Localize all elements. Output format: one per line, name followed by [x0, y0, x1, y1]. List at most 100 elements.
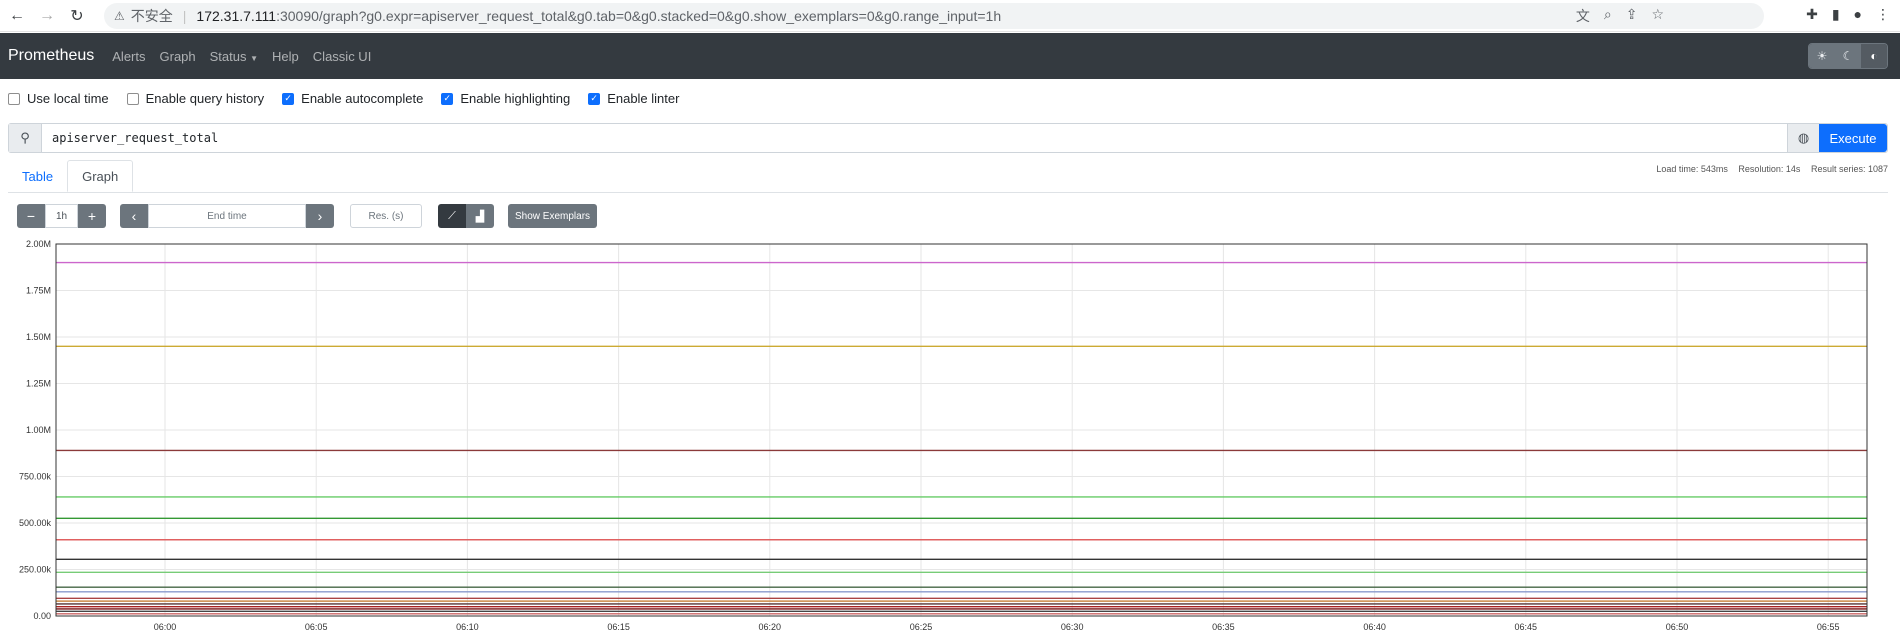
unstacked-button[interactable]: ⟋	[438, 204, 466, 228]
earlier-button[interactable]: ‹	[120, 204, 148, 228]
query-stats: Load time: 543ms Resolution: 14s Result …	[1648, 164, 1888, 174]
option-label: Enable linter	[607, 91, 680, 106]
nav-status[interactable]: Status ▼	[210, 49, 258, 64]
minus-icon: −	[26, 208, 36, 224]
bookmark-star-icon[interactable]: ☆	[1651, 6, 1664, 26]
checkbox-checked[interactable]: ✓	[588, 92, 601, 105]
half-circle-icon: ◐	[1870, 49, 1878, 63]
y-tick-label: 1.25M	[26, 379, 51, 389]
extensions-icon[interactable]: ✚	[1806, 6, 1818, 23]
arrow-left-icon: ←	[9, 6, 25, 24]
option-label: Enable highlighting	[460, 91, 571, 106]
y-tick-label: 2.00M	[26, 239, 51, 249]
x-tick-label: 06:30	[1061, 622, 1084, 632]
chevron-left-icon: ‹	[131, 208, 137, 224]
option-enable-linter[interactable]: ✓ Enable linter	[588, 91, 679, 106]
checkbox[interactable]	[126, 92, 139, 105]
option-enable-query-history[interactable]: Enable query history	[126, 91, 264, 106]
search-icon: ⚲	[9, 124, 42, 152]
tab-table[interactable]: Table	[8, 160, 67, 192]
area-chart-icon: ▟	[475, 210, 485, 223]
y-tick-label: 500.00k	[19, 518, 52, 528]
x-tick-label: 06:40	[1363, 622, 1386, 632]
x-tick-label: 06:45	[1515, 622, 1538, 632]
globe-icon: ◍	[1797, 130, 1810, 145]
menu-icon[interactable]: ⋮	[1876, 6, 1890, 23]
view-tabs: Table Graph	[8, 160, 134, 192]
nav-alerts[interactable]: Alerts	[112, 49, 145, 64]
auto-theme-button[interactable]: ◐	[1861, 44, 1887, 68]
x-tick-label: 06:25	[910, 622, 933, 632]
x-tick-label: 06:05	[305, 622, 328, 632]
share-icon[interactable]: ⇪	[1626, 6, 1638, 26]
nav-classic-ui[interactable]: Classic UI	[313, 49, 372, 64]
graph-controls: − 1h + ‹ End time › Res. (s) ⟋ ▟ Show Ex…	[17, 204, 598, 228]
end-time-input[interactable]: End time	[148, 204, 306, 228]
y-tick-label: 1.00M	[26, 425, 51, 435]
time-series-graph[interactable]: 0.00 250.00k 500.00k 750.00k 1.00M 1.25M 1.50M…	[0, 238, 1900, 637]
query-options: Use local time Enable query history ✓ Ena…	[8, 91, 697, 106]
x-tick-label: 06:55	[1817, 622, 1840, 632]
arrow-right-icon: →	[39, 6, 55, 24]
expression-input[interactable]: apiserver_request_total	[42, 124, 1787, 152]
checkbox-checked[interactable]: ✓	[282, 92, 295, 105]
profile-icon[interactable]: ●	[1854, 6, 1862, 23]
expression-bar: ⚲ apiserver_request_total ◍ Execute	[8, 123, 1888, 153]
option-enable-highlighting[interactable]: ✓ Enable highlighting	[441, 91, 570, 106]
result-series: Result series: 1087	[1810, 164, 1888, 174]
theme-switcher: ☀ ☾ ◐	[1808, 43, 1888, 69]
stacked-button[interactable]: ▟	[466, 204, 494, 228]
x-tick-label: 06:15	[607, 622, 630, 632]
light-theme-button[interactable]: ☀	[1809, 44, 1835, 68]
x-tick-label: 06:35	[1212, 622, 1235, 632]
forward-button[interactable]: →	[34, 3, 60, 29]
warning-icon: ⚠	[114, 9, 125, 23]
increase-range-button[interactable]: +	[78, 204, 106, 228]
resolution-input[interactable]: Res. (s)	[350, 204, 422, 228]
load-time: Load time: 543ms	[1656, 164, 1728, 174]
x-tick-label: 06:10	[456, 622, 479, 632]
checkbox[interactable]	[8, 92, 20, 105]
execute-button[interactable]: Execute	[1819, 124, 1887, 152]
option-use-local-time[interactable]: Use local time	[8, 91, 109, 106]
option-enable-autocomplete[interactable]: ✓ Enable autocomplete	[282, 91, 423, 106]
show-exemplars-button[interactable]: Show Exemplars	[508, 204, 598, 228]
y-tick-label: 750.00k	[19, 472, 52, 482]
tab-graph[interactable]: Graph	[67, 160, 134, 192]
caret-down-icon: ▼	[250, 53, 259, 63]
app-navbar: Prometheus Alerts Graph Status ▼ Help Cl…	[0, 33, 1900, 79]
nav-status-label: Status	[209, 48, 247, 64]
decrease-range-button[interactable]: −	[17, 204, 45, 228]
brand-logo[interactable]: Prometheus	[8, 47, 94, 65]
later-button[interactable]: ›	[306, 204, 334, 228]
reload-icon: ↻	[70, 7, 84, 25]
y-tick-label: 1.50M	[26, 332, 51, 342]
sidepanel-icon[interactable]: ▮	[1832, 6, 1840, 23]
extension-area: ✚ ▮ ● ⋮	[1806, 6, 1890, 23]
x-tick-label: 06:20	[759, 622, 782, 632]
moon-icon: ☾	[1842, 49, 1854, 63]
nav-help[interactable]: Help	[272, 49, 299, 64]
y-tick-label: 1.75M	[26, 286, 51, 296]
chevron-right-icon: ›	[317, 208, 323, 224]
browser-toolbar: ← → ↻ ⚠ 不安全 | 172.31.7.111 :30090/graph?…	[0, 0, 1900, 32]
security-label: 不安全	[130, 8, 173, 24]
zoom-icon[interactable]: ⌕	[1604, 6, 1612, 26]
address-actions: 文 ⌕ ⇪ ☆	[1576, 6, 1664, 26]
option-label: Enable autocomplete	[301, 91, 424, 106]
nav-graph[interactable]: Graph	[160, 49, 196, 64]
dark-theme-button[interactable]: ☾	[1835, 44, 1861, 68]
back-button[interactable]: ←	[4, 3, 30, 29]
x-tick-label: 06:00	[154, 622, 177, 632]
address-bar[interactable]: ⚠ 不安全 | 172.31.7.111 :30090/graph?g0.exp…	[104, 3, 1764, 29]
address-separator: |	[182, 8, 187, 24]
x-tick-label: 06:50	[1666, 622, 1689, 632]
translate-icon[interactable]: 文	[1576, 6, 1590, 26]
range-input[interactable]: 1h	[45, 204, 78, 228]
y-tick-label: 0.00	[33, 611, 51, 621]
checkbox-checked[interactable]: ✓	[441, 92, 454, 105]
reload-button[interactable]: ↻	[64, 3, 90, 29]
url-host: 172.31.7.111	[196, 8, 277, 24]
metrics-explorer-button[interactable]: ◍	[1787, 124, 1819, 152]
sun-icon: ☀	[1816, 49, 1828, 63]
